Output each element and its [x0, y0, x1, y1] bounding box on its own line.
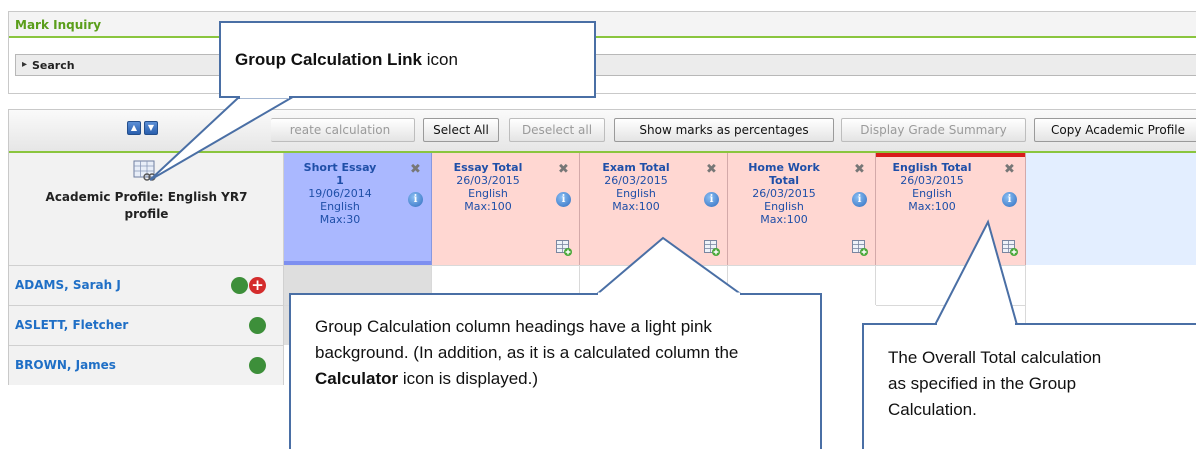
mark-inquiry-title: Mark Inquiry: [15, 18, 102, 32]
column-title: English Total: [892, 161, 972, 174]
column-title-2: Total: [768, 174, 800, 187]
column-text: Home Work Total 26/03/2015 English Max:1…: [728, 161, 840, 226]
column-date: 26/03/2015: [456, 174, 520, 187]
remove-column-icon[interactable]: ✖: [410, 162, 421, 177]
student-person-icon[interactable]: [249, 357, 266, 374]
copy-academic-profile-button[interactable]: Copy Academic Profile: [1034, 118, 1196, 142]
academic-profile-label: Academic Profile: English YR7 profile: [9, 189, 284, 223]
column-date: 26/03/2015: [752, 187, 816, 200]
callout-text: Group Calculation Link icon: [235, 50, 458, 70]
page: Mark Inquiry ▸ Search ▲ ▼ reate calculat…: [0, 0, 1196, 449]
column-max: Max:100: [612, 200, 660, 213]
student-name-link[interactable]: BROWN, James: [15, 358, 116, 372]
create-calculation-button[interactable]: reate calculation: [271, 118, 415, 142]
calculator-icon: [704, 240, 720, 256]
callout-bold: Group Calculation Link: [235, 50, 423, 69]
calculator-icon: [556, 240, 572, 256]
mark-inquiry-header: Mark Inquiry: [9, 12, 1196, 38]
column-text: English Total 26/03/2015 English Max:100: [876, 161, 988, 213]
overall-total-marker: [876, 153, 1025, 157]
column-header-home-work-total[interactable]: Home Work Total 26/03/2015 English Max:1…: [728, 153, 876, 265]
column-header-short-essay[interactable]: Short Essay 1 19/06/2014 English Max:30 …: [284, 153, 432, 265]
student-name-link[interactable]: ASLETT, Fletcher: [15, 318, 128, 332]
move-down-icon[interactable]: ▼: [144, 121, 158, 135]
column-date: 19/06/2014: [308, 187, 372, 200]
column-title: Essay Total: [453, 161, 523, 174]
column-subject: English: [468, 187, 508, 200]
column-title-2: 1: [336, 174, 344, 187]
remove-column-icon[interactable]: ✖: [854, 162, 865, 177]
callout-text: Group Calculation column headings have a…: [315, 314, 805, 392]
info-icon[interactable]: i: [1002, 192, 1017, 207]
column-subject: English: [912, 187, 952, 200]
select-all-button[interactable]: Select All: [423, 118, 499, 142]
student-name-link[interactable]: ADAMS, Sarah J: [15, 278, 121, 292]
column-subject: English: [616, 187, 656, 200]
calculator-icon: [852, 240, 868, 256]
column-text: Short Essay 1 19/06/2014 English Max:30: [284, 161, 396, 226]
mark-inquiry-panel: Mark Inquiry ▸ Search: [8, 11, 1196, 94]
student-person-icon[interactable]: [231, 277, 248, 294]
column-max: Max:100: [464, 200, 512, 213]
info-icon[interactable]: i: [852, 192, 867, 207]
column-subject: English: [764, 200, 804, 213]
callout-pink-headings: Group Calculation column headings have a…: [289, 293, 822, 449]
column-max: Max:100: [760, 213, 808, 226]
remove-column-icon[interactable]: ✖: [706, 162, 717, 177]
student-person-icon[interactable]: [249, 317, 266, 334]
callout-group-calculation-link: Group Calculation Link icon: [219, 21, 596, 98]
info-icon[interactable]: i: [556, 192, 571, 207]
display-grade-summary-button[interactable]: Display Grade Summary: [841, 118, 1026, 142]
callout-text: The Overall Total calculation as specifi…: [888, 348, 1102, 419]
column-max: Max:100: [908, 200, 956, 213]
empty-header-area: [1026, 153, 1196, 265]
expand-triangle-icon: ▸: [22, 59, 28, 70]
callout-part1: Group Calculation column headings have a…: [315, 317, 739, 362]
student-row[interactable]: ASLETT, Fletcher: [9, 305, 284, 345]
column-title: Short Essay: [303, 161, 377, 174]
column-header-exam-total[interactable]: Exam Total 26/03/2015 English Max:100 ✖ …: [580, 153, 728, 265]
column-max: Max:30: [319, 213, 361, 226]
remove-column-icon[interactable]: ✖: [1004, 162, 1015, 177]
academic-profile-header: Academic Profile: English YR7 profile: [9, 153, 284, 265]
column-header-english-total[interactable]: English Total 26/03/2015 English Max:100…: [876, 153, 1026, 265]
move-up-icon[interactable]: ▲: [127, 121, 141, 135]
column-title: Exam Total: [602, 161, 670, 174]
column-subject: English: [320, 200, 360, 213]
column-text: Exam Total 26/03/2015 English Max:100: [580, 161, 692, 213]
column-header-essay-total[interactable]: Essay Total 26/03/2015 English Max:100 ✖…: [432, 153, 580, 265]
column-date: 26/03/2015: [900, 174, 964, 187]
grid-toolbar: ▲ ▼ reate calculation Select All Deselec…: [9, 110, 1196, 153]
calculator-icon: [1002, 240, 1018, 256]
column-title: Home Work: [748, 161, 820, 174]
mark-cell[interactable]: [876, 265, 1026, 305]
callout-overall-total: The Overall Total calculation as specifi…: [862, 323, 1196, 449]
search-label: Search: [32, 59, 75, 72]
callout-bold: Calculator: [315, 369, 399, 388]
callout-rest: icon: [422, 50, 458, 69]
column-date: 26/03/2015: [604, 174, 668, 187]
student-row[interactable]: BROWN, James: [9, 345, 284, 385]
group-calculation-link-icon[interactable]: [133, 160, 157, 182]
profile-label-line1: Academic Profile: English YR7: [45, 190, 248, 204]
search-toggle[interactable]: ▸ Search: [15, 54, 1196, 76]
deselect-all-button[interactable]: Deselect all: [509, 118, 605, 142]
info-icon[interactable]: i: [408, 192, 423, 207]
info-icon[interactable]: i: [704, 192, 719, 207]
callout-part2: icon is displayed.): [398, 369, 538, 388]
remove-column-icon[interactable]: ✖: [558, 162, 569, 177]
column-text: Essay Total 26/03/2015 English Max:100: [432, 161, 544, 213]
student-row[interactable]: ADAMS, Sarah J +: [9, 265, 284, 305]
profile-label-line2: profile: [124, 207, 169, 221]
student-alert-plus-icon[interactable]: +: [249, 277, 266, 294]
show-percentages-button[interactable]: Show marks as percentages: [614, 118, 834, 142]
